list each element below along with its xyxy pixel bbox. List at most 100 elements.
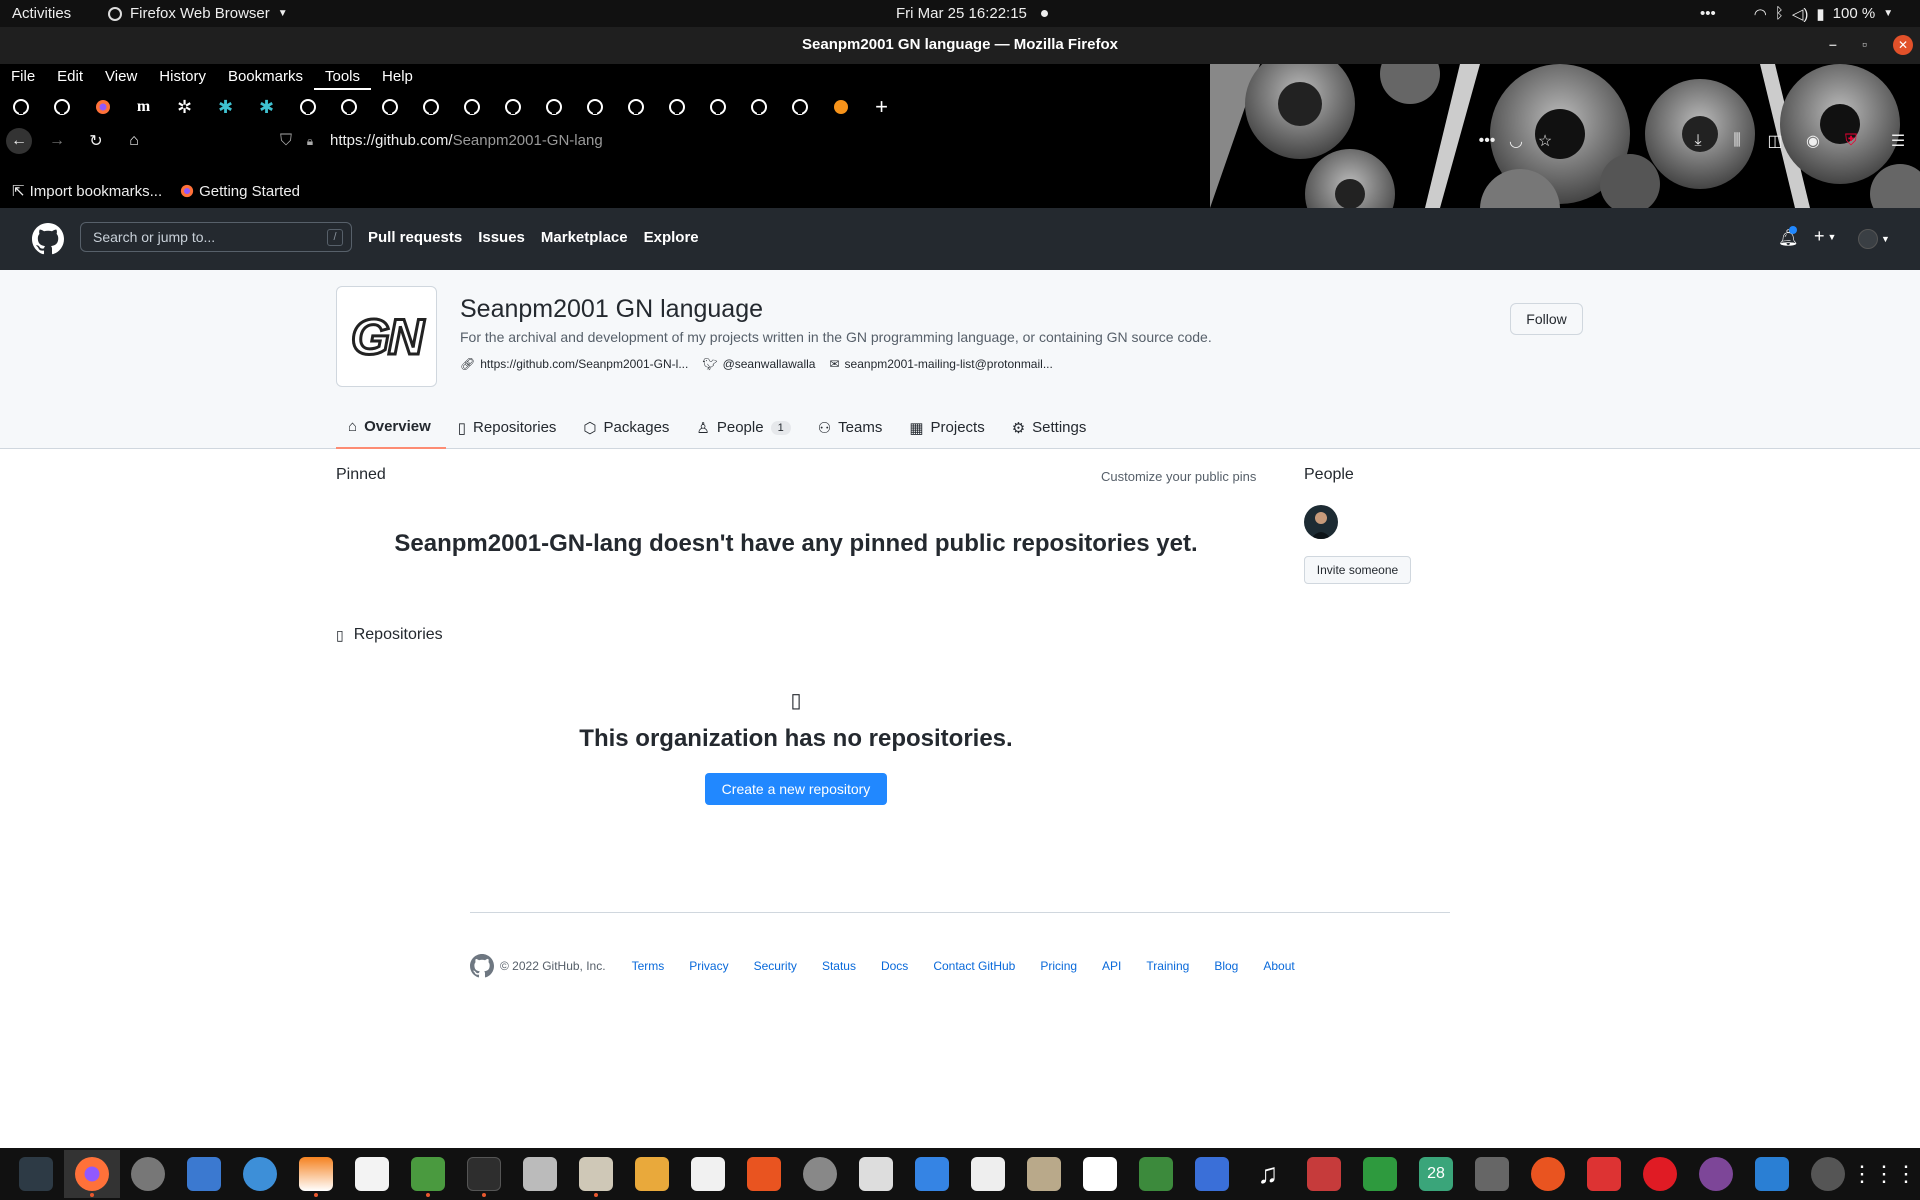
- dock-writer[interactable]: [176, 1150, 232, 1198]
- menu-bookmarks[interactable]: Bookmarks: [217, 64, 314, 90]
- dock-character-map[interactable]: [1072, 1150, 1128, 1198]
- dock-image-viewer[interactable]: [512, 1150, 568, 1198]
- dock-help[interactable]: [232, 1150, 288, 1198]
- dock-show-apps[interactable]: ⋮⋮⋮: [1851, 1150, 1917, 1198]
- footer-link-training[interactable]: Training: [1146, 959, 1189, 973]
- bookmark-getting-started[interactable]: Getting Started: [180, 183, 300, 200]
- app-menu[interactable]: Firefox Web Browser ▼: [108, 0, 288, 27]
- nav-marketplace[interactable]: Marketplace: [541, 229, 628, 246]
- tab-github[interactable]: [492, 91, 533, 123]
- tab-github[interactable]: [451, 91, 492, 123]
- tab-github[interactable]: [738, 91, 779, 123]
- tab-github[interactable]: [656, 91, 697, 123]
- follow-button[interactable]: Follow: [1510, 303, 1583, 335]
- pocket-button[interactable]: ◡: [1503, 128, 1529, 154]
- status-area[interactable]: ••• ◠ ᛒ ◁) ▮ 100 % ▼: [1700, 0, 1893, 27]
- tab-github[interactable]: [697, 91, 738, 123]
- tab-projects[interactable]: ▦ Projects: [897, 406, 999, 449]
- close-window-button[interactable]: ✕: [1893, 35, 1913, 55]
- menu-tools[interactable]: Tools: [313, 64, 372, 90]
- tab-github[interactable]: [287, 91, 328, 123]
- github-logo-icon[interactable]: [470, 954, 494, 978]
- new-tab-button[interactable]: +: [861, 91, 902, 123]
- dock-update-manager[interactable]: [1800, 1150, 1856, 1198]
- dock-terminal[interactable]: [456, 1150, 512, 1198]
- footer-link-api[interactable]: API: [1102, 959, 1121, 973]
- minimize-icon[interactable]: –: [1829, 36, 1837, 52]
- tab-people[interactable]: ♙ People 1: [684, 406, 805, 449]
- activities-button[interactable]: Activities: [12, 0, 71, 27]
- tab-medium[interactable]: m: [123, 91, 164, 123]
- forward-button[interactable]: →: [44, 128, 70, 154]
- url-field[interactable]: https://github.com/Seanpm2001-GN-lang: [330, 132, 603, 149]
- dock-weather[interactable]: [1744, 1150, 1800, 1198]
- bookmark-star-button[interactable]: ☆: [1532, 128, 1558, 154]
- footer-link-privacy[interactable]: Privacy: [689, 959, 728, 973]
- tab-github[interactable]: [533, 91, 574, 123]
- member-avatar[interactable]: [1304, 505, 1338, 539]
- bookmark-import[interactable]: ⇱ Import bookmarks...: [12, 182, 162, 201]
- dock-vlc[interactable]: [288, 1150, 344, 1198]
- dock-tor[interactable]: [1688, 1150, 1744, 1198]
- tab-active-orange[interactable]: [820, 91, 861, 123]
- org-website-link[interactable]: 🔗︎ https://github.com/Seanpm2001-GN-l...: [460, 357, 688, 371]
- account-button[interactable]: ◉: [1800, 128, 1826, 154]
- menu-help[interactable]: Help: [371, 64, 424, 90]
- sidebar-button[interactable]: ◫: [1762, 128, 1788, 154]
- menu-history[interactable]: History: [148, 64, 217, 90]
- footer-link-security[interactable]: Security: [754, 959, 797, 973]
- dock-screenshot[interactable]: [960, 1150, 1016, 1198]
- user-menu[interactable]: ▼: [1858, 229, 1890, 249]
- dock-settings[interactable]: [120, 1150, 176, 1198]
- nav-issues[interactable]: Issues: [478, 229, 525, 246]
- dock-calendar[interactable]: 28: [1408, 1150, 1464, 1198]
- tab-packages[interactable]: ⬡ Packages: [571, 406, 684, 449]
- dock-files[interactable]: [568, 1150, 624, 1198]
- maximize-icon[interactable]: ▫: [1862, 36, 1867, 52]
- create-new-menu[interactable]: + ▼: [1814, 226, 1836, 247]
- dock-software[interactable]: [736, 1150, 792, 1198]
- github-logo-icon[interactable]: [32, 223, 64, 255]
- tab-settings[interactable]: ✲: [164, 91, 205, 123]
- back-button[interactable]: ←: [6, 128, 32, 154]
- tab-firefox[interactable]: [82, 91, 123, 123]
- tab-github[interactable]: [574, 91, 615, 123]
- menu-file[interactable]: File: [0, 64, 46, 90]
- tab-github[interactable]: [779, 91, 820, 123]
- footer-link-terms[interactable]: Terms: [632, 959, 665, 973]
- dock-archive[interactable]: [1016, 1150, 1072, 1198]
- dock-pdf-viewer[interactable]: [1296, 1150, 1352, 1198]
- tracking-protection-icon[interactable]: ⛉: [273, 128, 299, 154]
- dock-vim[interactable]: [1128, 1150, 1184, 1198]
- tab-repositories[interactable]: ▯ Repositories: [446, 406, 572, 449]
- org-twitter-link[interactable]: 🐦︎ @seanwallawalla: [702, 357, 815, 371]
- nav-explore[interactable]: Explore: [644, 229, 699, 246]
- notifications-button[interactable]: 🔔︎: [1778, 226, 1798, 248]
- home-button[interactable]: ⌂: [121, 128, 147, 154]
- dock-system-stats[interactable]: [680, 1150, 736, 1198]
- tab-teams[interactable]: ⚇ Teams: [806, 406, 898, 449]
- clock[interactable]: Fri Mar 25 16:22:15: [896, 0, 1048, 27]
- footer-link-about[interactable]: About: [1263, 959, 1294, 973]
- dock-disk-utility[interactable]: [792, 1150, 848, 1198]
- tab-github[interactable]: [369, 91, 410, 123]
- org-email-link[interactable]: ✉ seanpm2001-mailing-list@protonmail...: [829, 357, 1052, 371]
- dock-text-editor[interactable]: [344, 1150, 400, 1198]
- downloads-button[interactable]: ⤓: [1685, 128, 1711, 154]
- customize-pins-link[interactable]: Customize your public pins: [1101, 469, 1256, 484]
- tab-github[interactable]: [410, 91, 451, 123]
- dock-mario[interactable]: [1576, 1150, 1632, 1198]
- invite-someone-button[interactable]: Invite someone: [1304, 556, 1411, 584]
- dock-updater[interactable]: [1520, 1150, 1576, 1198]
- tab-extension[interactable]: ✱: [205, 91, 246, 123]
- tab-github[interactable]: [328, 91, 369, 123]
- dock-alert[interactable]: [1632, 1150, 1688, 1198]
- menu-view[interactable]: View: [94, 64, 148, 90]
- dock-calc[interactable]: [1352, 1150, 1408, 1198]
- dock-firefox[interactable]: [64, 1150, 120, 1198]
- reload-button[interactable]: ↻: [83, 128, 109, 154]
- app-menu-button[interactable]: ☰: [1885, 128, 1911, 154]
- footer-link-pricing[interactable]: Pricing: [1040, 959, 1077, 973]
- ublock-button[interactable]: ⛨: [1838, 128, 1864, 154]
- footer-link-blog[interactable]: Blog: [1214, 959, 1238, 973]
